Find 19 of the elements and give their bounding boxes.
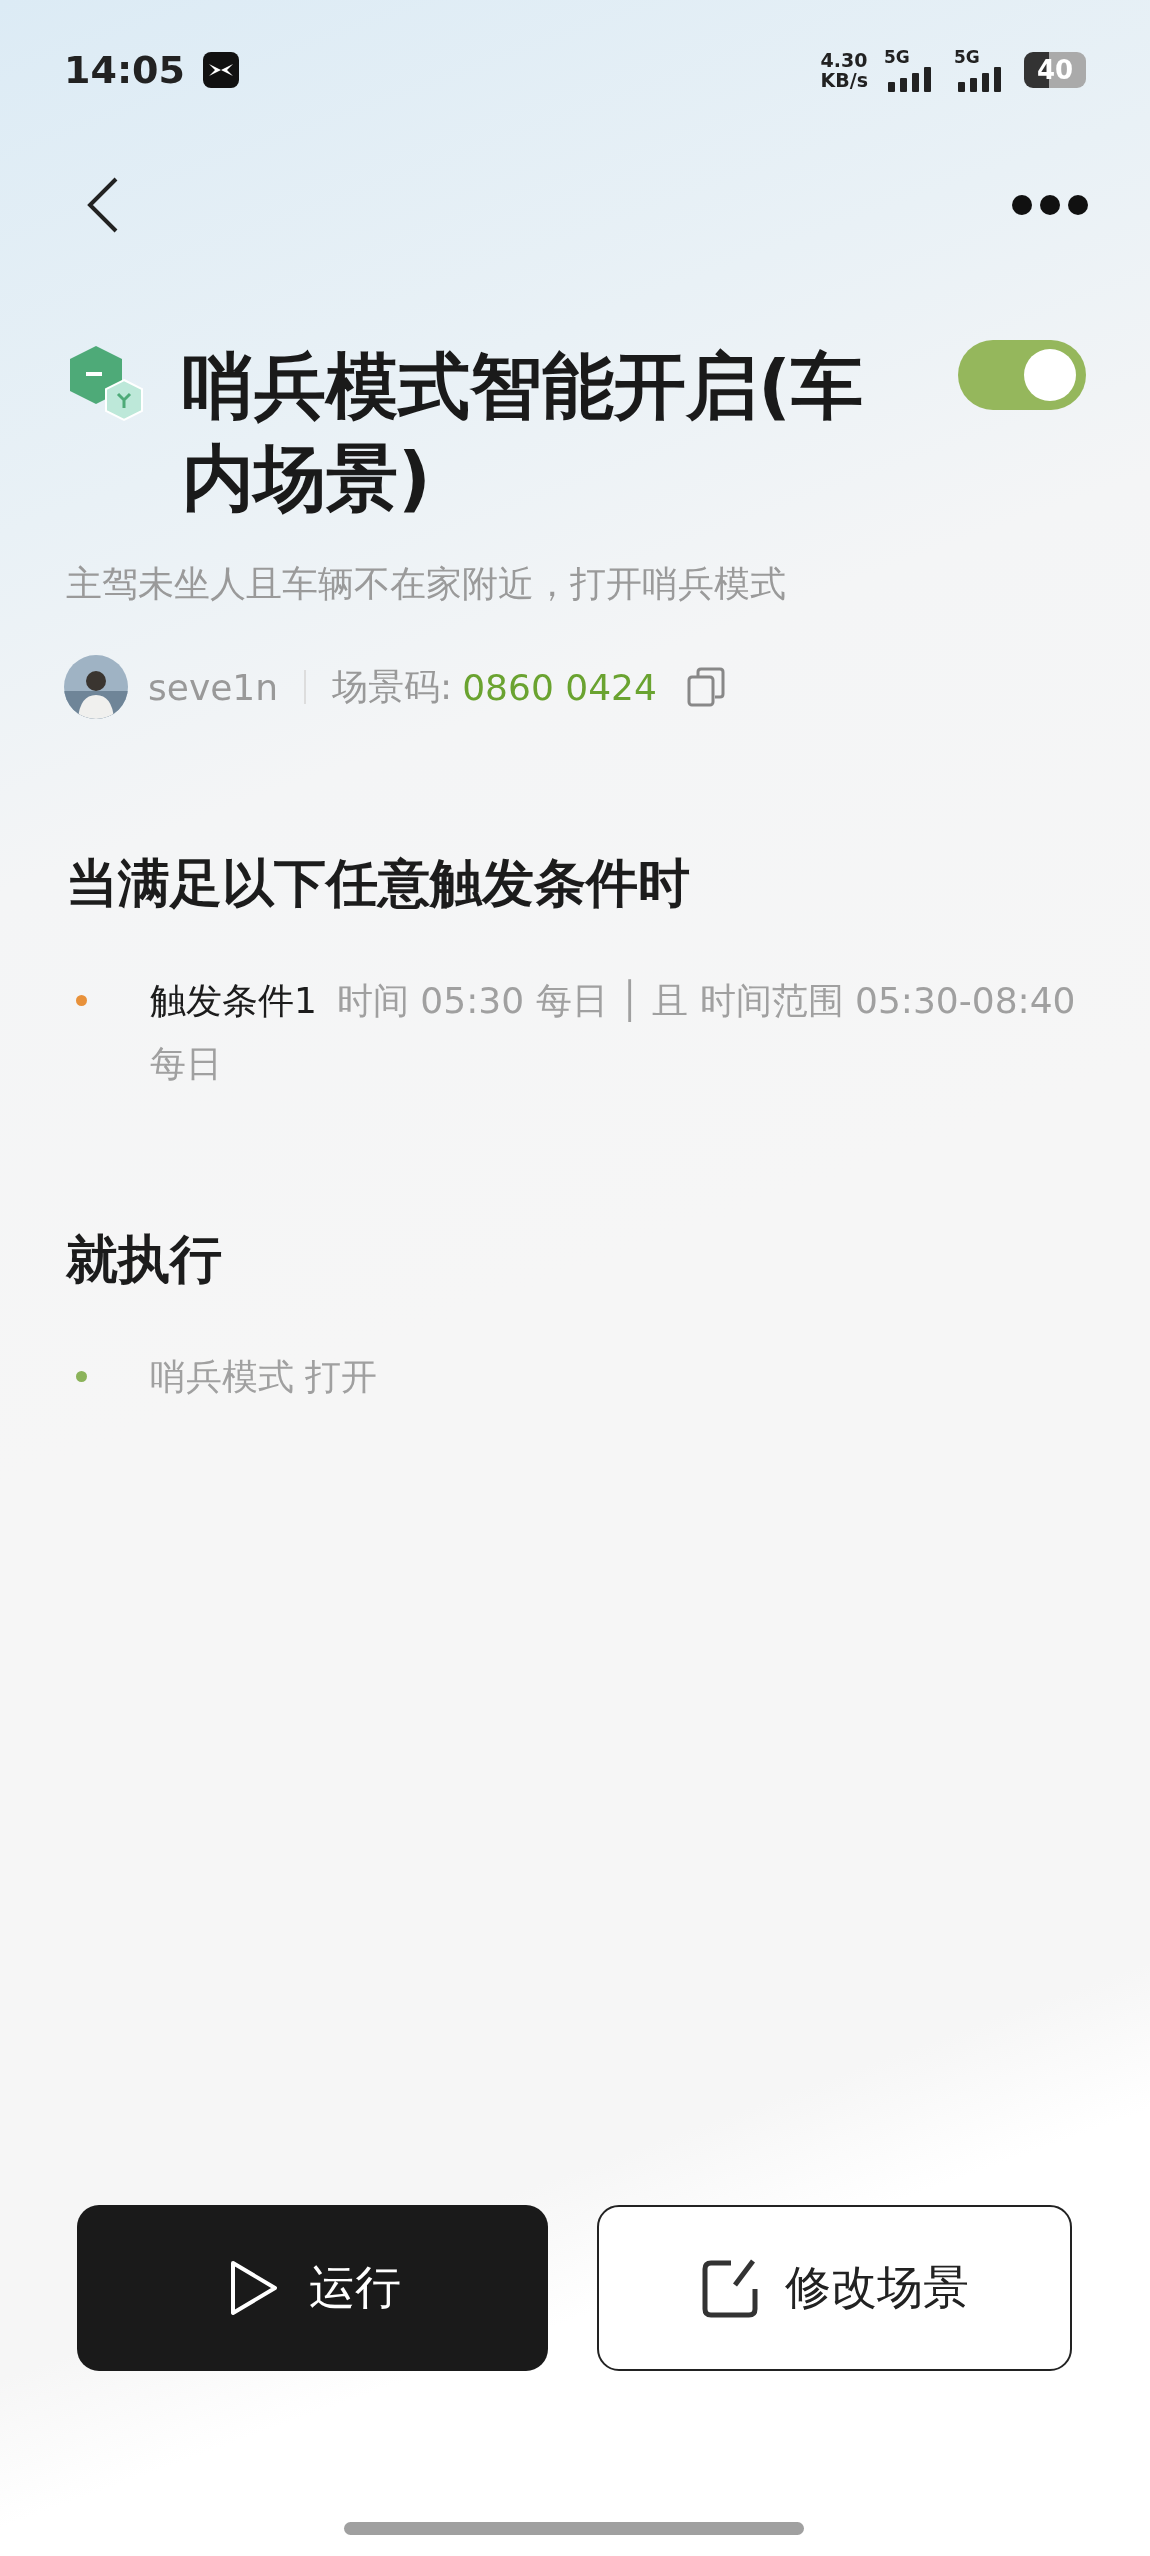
scene-description: 主驾未坐人且车辆不在家附近，打开哨兵模式 — [65, 562, 787, 606]
code-label: 场景码: — [332, 664, 453, 709]
scene-title: 哨兵模式智能开启(车内场景) — [182, 343, 864, 522]
network-type: 5G — [954, 48, 981, 66]
clock-time: 14:05 — [64, 48, 185, 92]
section-heading: 就执行 — [66, 1228, 223, 1291]
run-button[interactable]: 运行 — [77, 2205, 548, 2371]
scene-code: 0860 0424 — [462, 666, 657, 708]
section-heading: 当满足以下任意触发条件时 — [66, 852, 691, 915]
action-text: 哨兵模式 打开 — [150, 1355, 379, 1399]
copy-icon[interactable] — [686, 667, 725, 707]
edit-icon — [700, 2257, 759, 2319]
condition-text: 触发条件1 时间 05:30 每日 │ 且 时间范围 05:30-08:40 每日 — [150, 978, 1077, 1086]
app-icon — [202, 52, 239, 88]
more-icon[interactable] — [1010, 193, 1090, 217]
author-name: seve1n — [148, 666, 279, 708]
edit-button[interactable]: 修改场景 — [597, 2205, 1072, 2371]
network-type: 5G — [884, 48, 911, 66]
network-speed: 4.30 KB/s — [820, 50, 868, 90]
